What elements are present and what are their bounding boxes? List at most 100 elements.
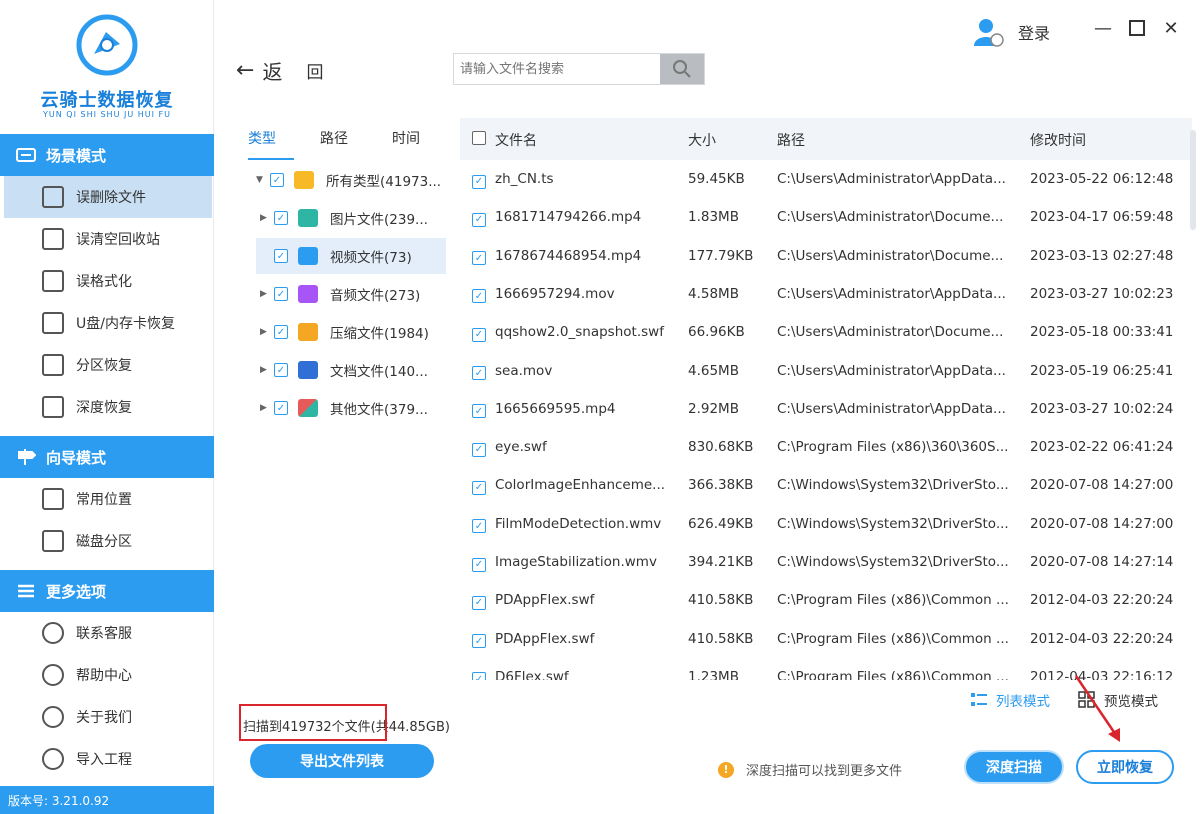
export-list-button[interactable]: 导出文件列表 xyxy=(250,744,434,778)
tree-item-video[interactable]: ✓ 视频文件(73) xyxy=(256,238,446,274)
checkbox[interactable]: ✓ xyxy=(274,249,288,263)
sidebar-item-common-locations[interactable]: 常用位置 xyxy=(0,478,214,520)
tree-item-other[interactable]: ▶ ✓ 其他文件(379... xyxy=(256,390,446,426)
section-more-options[interactable]: 更多选项 xyxy=(0,570,214,612)
table-row[interactable]: ✓ PDAppFlex.swf 410.58KB C:\Program Files (… xyxy=(460,581,1180,619)
table-row[interactable]: ✓ 1678674468954.mp4 177.79KB C:\Users\Admin… xyxy=(460,237,1180,275)
sidebar-item-disk-partition[interactable]: 磁盘分区 xyxy=(0,520,214,562)
checkbox[interactable]: ✓ xyxy=(274,401,288,415)
checkbox[interactable]: ✓ xyxy=(472,670,496,680)
column-path[interactable]: 路径 xyxy=(777,130,805,150)
checkbox[interactable]: ✓ xyxy=(472,593,496,610)
checkbox[interactable]: ✓ xyxy=(472,364,496,380)
logo: 云骑士数据恢复 YUN QI SHI SHU JU HUI FU xyxy=(0,0,214,134)
help-icon xyxy=(42,664,64,686)
tab-type[interactable]: 类型 xyxy=(248,128,294,160)
modified-time: 2020-07-08 14:27:00 xyxy=(1030,477,1174,494)
sidebar-item-deleted-files[interactable]: 误删除文件 xyxy=(4,176,212,218)
login-button[interactable]: 登录 xyxy=(972,16,1050,48)
checkbox[interactable]: ✓ xyxy=(472,325,496,342)
column-size[interactable]: 大小 xyxy=(688,130,716,150)
close-button[interactable]: ✕ xyxy=(1160,18,1182,40)
checkbox[interactable]: ✓ xyxy=(472,517,496,534)
caret-right-icon[interactable]: ▶ xyxy=(260,403,274,413)
checkbox[interactable]: ✓ xyxy=(472,440,496,457)
select-all-checkbox[interactable] xyxy=(472,131,496,149)
table-row[interactable]: ✓ zh_CN.ts 59.45KB C:\Users\Administrator\A… xyxy=(460,160,1180,198)
checkbox[interactable]: ✓ xyxy=(472,402,496,419)
list-mode-label: 列表模式 xyxy=(996,694,1050,710)
checkbox[interactable]: ✓ xyxy=(274,325,288,339)
table-row[interactable]: ✓ PDAppFlex.swf 410.58KB C:\Program Files (… xyxy=(460,620,1180,658)
checkbox[interactable]: ✓ xyxy=(274,211,288,225)
checkbox[interactable]: ✓ xyxy=(472,287,496,304)
list-mode-button[interactable]: 列表模式 xyxy=(970,690,1050,710)
maximize-button[interactable] xyxy=(1126,18,1148,40)
tree-item-label: 压缩文件(1984) xyxy=(330,326,429,342)
table-row[interactable]: ✓ ImageStabilization.wmv 394.21KB C:\Window… xyxy=(460,543,1180,581)
section-wizard-mode[interactable]: 向导模式 xyxy=(0,436,214,478)
table-row[interactable]: ✓ 1666957294.mov 4.58MB C:\Users\Administra… xyxy=(460,275,1180,313)
back-button[interactable]: ← 返 回 xyxy=(236,56,323,85)
sidebar-item-usb[interactable]: U盘/内存卡恢复 xyxy=(0,302,214,344)
table-row[interactable]: ✓ sea.mov 4.65MB C:\Users\Administrator\App… xyxy=(460,352,1180,390)
scrollbar[interactable] xyxy=(1190,130,1196,230)
tab-path[interactable]: 路径 xyxy=(320,128,392,160)
maximize-icon xyxy=(1129,20,1145,36)
recover-now-button[interactable]: 立即恢复 xyxy=(1076,750,1174,784)
table-row[interactable]: ✓ qqshow2.0_snapshot.swf 66.96KB C:\Users\A… xyxy=(460,313,1180,351)
other-files-icon xyxy=(298,399,318,417)
tree-item-archive[interactable]: ▶ ✓ 压缩文件(1984) xyxy=(256,314,446,350)
table-row[interactable]: ✓ 1665669595.mp4 2.92MB C:\Users\Administra… xyxy=(460,390,1180,428)
checkbox[interactable]: ✓ xyxy=(472,210,496,227)
section-scene-mode[interactable]: 场景模式 xyxy=(0,134,214,176)
brand-name: 云骑士数据恢复 xyxy=(40,90,174,111)
file-path: C:\Users\Administrator\AppData... xyxy=(777,400,1006,417)
table-row[interactable]: ✓ eye.swf 830.68KB C:\Program Files (x86)\3… xyxy=(460,428,1180,466)
checkbox[interactable]: ✓ xyxy=(472,632,496,649)
minimize-button[interactable]: — xyxy=(1092,18,1114,40)
sidebar-item-partition[interactable]: 分区恢复 xyxy=(0,344,214,386)
checkbox[interactable]: ✓ xyxy=(472,249,496,266)
caret-down-icon[interactable]: ▼ xyxy=(256,175,270,185)
tree-item-audio[interactable]: ▶ ✓ 音频文件(273) xyxy=(256,276,446,312)
caret-right-icon[interactable]: ▶ xyxy=(260,327,274,337)
tree-item-all[interactable]: ▼ ✓ 所有类型(41973... xyxy=(256,162,446,198)
sidebar-item-deep-recovery[interactable]: 深度恢复 xyxy=(0,386,214,428)
sidebar-item-import[interactable]: 导入工程 xyxy=(0,738,214,780)
checkbox[interactable]: ✓ xyxy=(472,172,496,189)
modified-time: 2023-05-18 00:33:41 xyxy=(1030,324,1174,341)
sidebar-item-recycle-bin[interactable]: 误清空回收站 xyxy=(0,218,214,260)
table-row[interactable]: ✓ 1681714794266.mp4 1.83MB C:\Users\Adminis… xyxy=(460,198,1180,236)
modified-time: 2023-05-22 06:12:48 xyxy=(1030,171,1174,187)
sidebar-item-label: 分区恢复 xyxy=(76,358,132,374)
tree-item-documents[interactable]: ▶ ✓ 文档文件(140... xyxy=(256,352,446,388)
search-input[interactable] xyxy=(454,54,661,84)
file-path: C:\Program Files (x86)\Common ... xyxy=(777,592,1009,609)
tree-item-images[interactable]: ▶ ✓ 图片文件(239... xyxy=(256,200,446,236)
caret-right-icon[interactable]: ▶ xyxy=(260,213,274,223)
table-row[interactable]: ✓ FilmModeDetection.wmv 626.49KB C:\Windows… xyxy=(460,505,1180,543)
modified-time: 2023-04-17 06:59:48 xyxy=(1030,209,1174,226)
table-row[interactable]: ✓ ColorImageEnhanceme... 366.38KB C:\Window… xyxy=(460,466,1180,504)
sidebar-item-help[interactable]: 帮助中心 xyxy=(0,654,214,696)
caret-right-icon[interactable]: ▶ xyxy=(260,289,274,299)
caret-right-icon[interactable]: ▶ xyxy=(260,365,274,375)
back-label-2: 回 xyxy=(306,63,324,83)
checkbox[interactable]: ✓ xyxy=(270,173,284,187)
close-icon: ✕ xyxy=(1163,18,1179,39)
search-button[interactable] xyxy=(660,54,704,84)
sidebar-item-contact[interactable]: 联系客服 xyxy=(0,612,214,654)
checkbox[interactable]: ✓ xyxy=(472,478,496,495)
tab-time[interactable]: 时间 xyxy=(392,128,464,160)
column-time[interactable]: 修改时间 xyxy=(1030,130,1086,150)
checkbox[interactable]: ✓ xyxy=(472,555,496,572)
checkbox[interactable]: ✓ xyxy=(274,287,288,301)
checkbox[interactable]: ✓ xyxy=(274,363,288,377)
deep-scan-button[interactable]: 深度扫描 xyxy=(964,750,1064,784)
sidebar-item-format[interactable]: 误格式化 xyxy=(0,260,214,302)
file-table: ✓ zh_CN.ts 59.45KB C:\Users\Administrator\A… xyxy=(460,160,1190,680)
scene-mode-icon xyxy=(16,146,36,164)
column-name[interactable]: 文件名 xyxy=(495,130,537,150)
sidebar-item-about[interactable]: 关于我们 xyxy=(0,696,214,738)
